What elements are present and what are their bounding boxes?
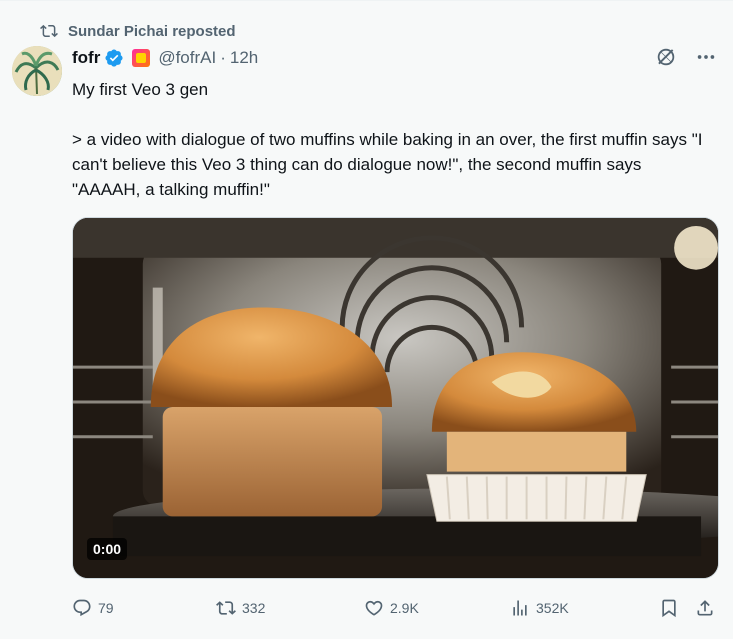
tweet-timestamp[interactable]: 12h [230,48,258,68]
header-actions [655,46,717,68]
views-count: 352K [536,600,569,616]
author-name[interactable]: fofr [72,48,100,68]
avatar[interactable] [12,46,62,96]
tweet-header: fofr @fofrAI · 12h [72,46,258,70]
tweet-card[interactable]: Sundar Pichai reposted fofr @fofrAI · 12… [0,0,733,639]
affiliate-badge-icon[interactable] [132,49,151,67]
repost-icon [40,24,58,38]
bookmark-icon [662,599,676,618]
grok-icon[interactable] [655,46,677,68]
verified-badge-icon[interactable] [104,48,124,68]
like-button[interactable]: 2.9K [364,593,419,623]
share-icon [697,600,713,616]
views-button[interactable]: 352K [510,593,569,623]
repost-label: Sundar Pichai reposted [68,22,236,40]
bookmark-button[interactable] [659,593,679,623]
like-count: 2.9K [390,600,419,616]
video-frame [73,218,718,578]
views-icon [513,600,527,616]
author-handle[interactable]: @fofrAI [158,48,216,68]
reply-count: 79 [98,600,114,616]
repost-indicator[interactable]: Sundar Pichai reposted [40,21,236,41]
repost-icon [216,601,236,615]
tweet-actions: 79 332 2.9K 352K [72,593,719,623]
video-duration: 0:00 [87,538,128,560]
more-icon[interactable] [695,46,717,68]
repost-button[interactable]: 332 [216,593,265,623]
separator-dot: · [220,48,226,67]
repost-count: 332 [242,600,266,616]
video-player[interactable]: 0:00 [72,217,719,579]
tweet-text: My first Veo 3 gen > a video with dialog… [72,80,703,199]
reply-icon [73,599,91,617]
share-button[interactable] [695,593,715,623]
reply-button[interactable]: 79 [72,593,114,623]
like-icon [365,600,383,616]
